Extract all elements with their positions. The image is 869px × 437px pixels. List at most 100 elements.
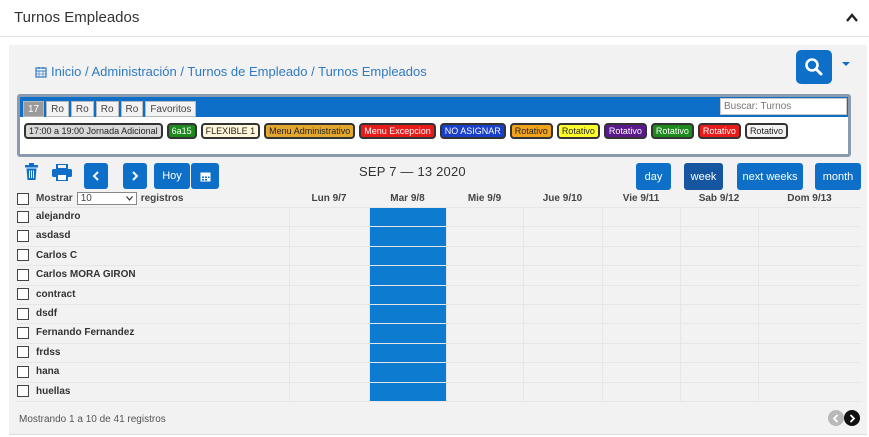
employee-name: asdasd: [36, 230, 71, 242]
table-row: dsdf: [17, 304, 57, 323]
tab-ro-2[interactable]: Ro: [70, 101, 94, 117]
table-row: Carlos MORA GIRON: [17, 265, 136, 284]
employee-name: hana: [36, 366, 60, 378]
prev-week-button[interactable]: [84, 163, 108, 189]
grid-row-line: [17, 323, 861, 325]
select-all-checkbox[interactable]: [17, 192, 29, 205]
employee-name: Carlos MORA GIRON: [36, 269, 136, 281]
next-page-button[interactable]: [844, 410, 860, 426]
employee-name: contract: [36, 288, 76, 300]
day-column-header: Jue 9/10: [542, 193, 583, 204]
view-week-button[interactable]: week: [684, 163, 723, 190]
grid-row-line: [17, 207, 861, 208]
employee-checkbox[interactable]: [17, 210, 29, 223]
date-range-title: SEP 7 — 13 2020: [359, 164, 466, 179]
shift-chip[interactable]: Rotativo: [556, 123, 600, 139]
shift-chips: 17:00 a 19:00 Jornada Adicional 6a15 FLEXI…: [24, 123, 788, 139]
calendar-icon: [200, 172, 210, 181]
shift-palette: 17 Ro Ro Ro Ro Favoritos 17:00 a 19:00 J…: [17, 94, 851, 157]
search-button[interactable]: [796, 50, 832, 84]
grid-row-line: [17, 226, 861, 228]
search-shifts-input[interactable]: [720, 98, 847, 115]
today-button[interactable]: Hoy: [154, 163, 190, 189]
shift-chip[interactable]: Menu Administrativo: [264, 123, 356, 139]
show-label: Mostrar: [36, 193, 73, 204]
day-column-header: Vie 9/11: [622, 193, 660, 204]
grid-row-line: [17, 284, 861, 286]
tab-ro-4[interactable]: Ro: [120, 101, 144, 117]
page-length-select[interactable]: 10: [76, 192, 137, 205]
chevron-left-icon: [92, 171, 99, 181]
search-icon: [805, 58, 823, 76]
chevron-right-icon: [849, 413, 856, 423]
grid-row-line: [17, 342, 861, 344]
day-column-header: Lun 9/7: [311, 193, 347, 204]
shift-chip[interactable]: FLEXIBLE 1: [200, 123, 261, 139]
shift-chip[interactable]: Rotativo: [603, 123, 647, 139]
view-month-button[interactable]: month: [815, 163, 861, 190]
table-row: hana: [17, 362, 59, 381]
page-title: Turnos Empleados: [14, 9, 140, 26]
shift-chip[interactable]: Menu Excepcion: [359, 123, 436, 139]
tab-favoritos[interactable]: Favoritos: [145, 101, 197, 117]
table-info: Mostrando 1 a 10 de 41 registros: [19, 414, 166, 425]
employee-checkbox[interactable]: [17, 365, 29, 378]
records-label: registros: [140, 193, 184, 204]
employee-checkbox[interactable]: [17, 385, 29, 398]
shift-chip[interactable]: Rotativo: [697, 123, 741, 139]
shift-chip[interactable]: Rotativo: [509, 123, 553, 139]
shift-chip[interactable]: Rotativo: [744, 123, 788, 139]
breadcrumb: Inicio / Administración / Turnos de Empl…: [35, 64, 427, 79]
caret-down-icon[interactable]: [840, 58, 852, 70]
shift-chip[interactable]: Rotativo: [650, 123, 694, 139]
grid-row-line: [17, 304, 861, 305]
employee-name: dsdf: [36, 308, 58, 319]
employee-name: Carlos C: [36, 249, 78, 261]
shift-chip[interactable]: NO ASIGNAR: [439, 123, 506, 139]
shift-chip[interactable]: 6a15: [166, 123, 197, 139]
grid-row-line: [17, 265, 861, 267]
table-row: alejandro: [17, 207, 80, 226]
tab-ro-3[interactable]: Ro: [95, 101, 119, 117]
print-icon[interactable]: [52, 164, 72, 181]
employee-checkbox[interactable]: [17, 249, 29, 262]
date-picker-button[interactable]: [191, 163, 219, 189]
view-next-weeks-button[interactable]: next weeks: [737, 163, 803, 190]
table-length-control: Mostrar 10 registros: [17, 190, 183, 207]
table-row: asdasd: [17, 226, 70, 245]
trash-icon[interactable]: [24, 163, 39, 181]
chevron-down-icon: [125, 196, 133, 201]
employee-name: frdss: [36, 346, 61, 358]
tab-17[interactable]: 17: [23, 101, 45, 117]
day-column-header: Mar 9/8: [390, 193, 425, 204]
next-week-button[interactable]: [123, 163, 147, 189]
employee-checkbox[interactable]: [17, 268, 29, 281]
employee-name: alejandro: [36, 211, 81, 222]
table-row: Fernando Fernandez: [17, 323, 134, 342]
shift-chip[interactable]: 17:00 a 19:00 Jornada Adicional: [24, 123, 163, 139]
calendar-icon: [35, 66, 47, 78]
employee-checkbox[interactable]: [17, 326, 29, 339]
chevron-up-icon[interactable]: [845, 11, 859, 25]
breadcrumb-text[interactable]: Inicio / Administración / Turnos de Empl…: [51, 64, 427, 79]
day-column-header: Mie 9/9: [467, 193, 502, 204]
employee-name: huellas: [36, 385, 71, 397]
table-row: contract: [17, 285, 75, 304]
chevron-left-icon: [832, 413, 839, 423]
day-column-header: Sab 9/12: [698, 193, 740, 204]
palette-tabs: 17 Ro Ro Ro Ro Favoritos: [23, 101, 197, 117]
employee-checkbox[interactable]: [17, 346, 29, 359]
table-row: frdss: [17, 343, 60, 362]
view-day-button[interactable]: day: [636, 163, 671, 190]
grid-row-line: [17, 401, 861, 402]
tab-ro-1[interactable]: Ro: [46, 101, 69, 117]
table-row: Carlos C: [17, 246, 77, 265]
day-column-header: Dom 9/13: [787, 193, 832, 204]
grid-row-line: [17, 245, 861, 247]
employee-checkbox[interactable]: [17, 288, 29, 301]
employee-checkbox[interactable]: [17, 307, 29, 320]
panel-header: Turnos Empleados: [0, 0, 869, 37]
chevron-right-icon: [132, 171, 139, 181]
employee-checkbox[interactable]: [17, 229, 29, 242]
previous-page-button[interactable]: [828, 410, 844, 426]
